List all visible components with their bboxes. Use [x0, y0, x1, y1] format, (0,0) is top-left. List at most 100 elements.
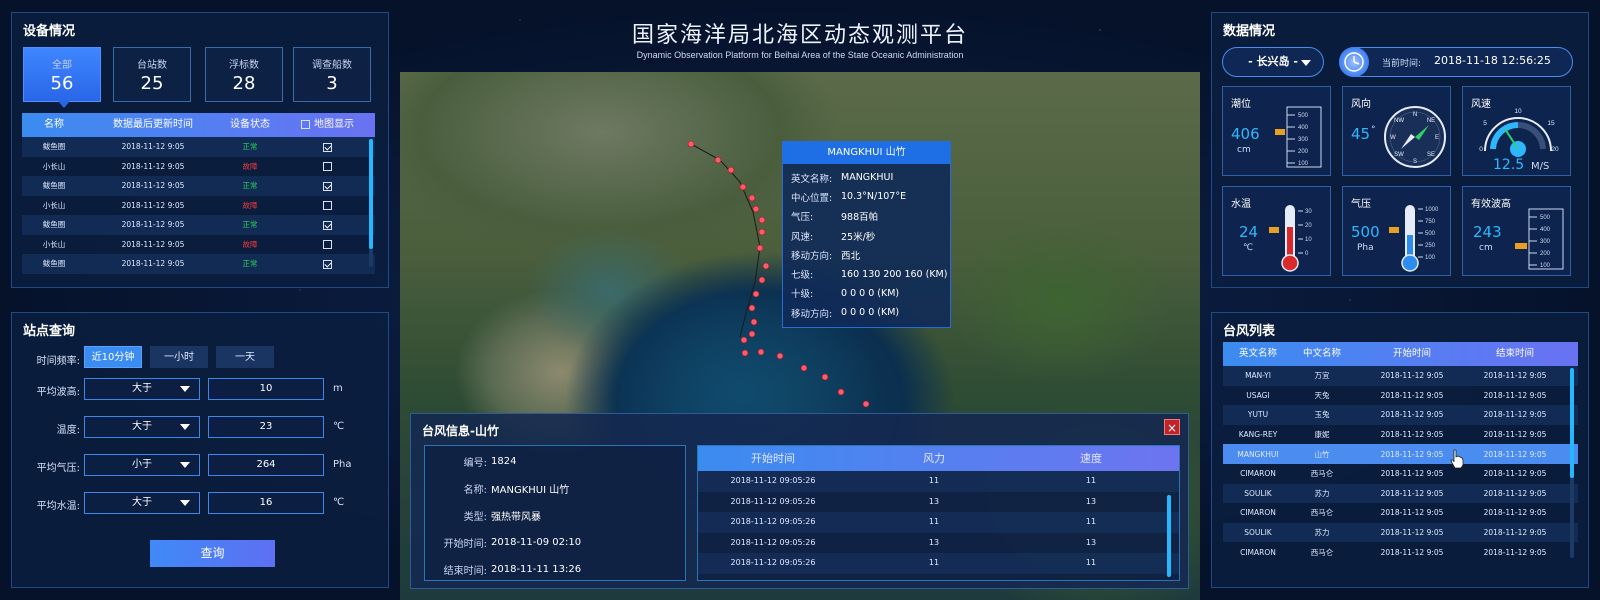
track-point[interactable] [758, 228, 766, 236]
map-display-header[interactable]: 地图显示 [280, 113, 375, 137]
table-row[interactable]: 小长山 2018-11-12 9:05 故障 [22, 196, 375, 216]
table-row[interactable]: 2018-11-12 09:05:26 11 11 [698, 471, 1179, 492]
track-point[interactable] [821, 373, 829, 381]
end-time: 2018-11-12 9:05 [1483, 508, 1547, 518]
track-point[interactable] [862, 400, 870, 408]
track-point[interactable] [837, 388, 845, 396]
stat-card[interactable]: 浮标数 28 [205, 47, 283, 102]
table-row[interactable]: 2018-11-12 09:05:261313 [698, 574, 1179, 581]
filter-label: 平均水温: [36, 501, 80, 512]
filter-value-input[interactable]: 16 [208, 492, 324, 514]
scrollbar-thumb[interactable] [369, 139, 373, 249]
track-point[interactable] [758, 216, 766, 224]
track-point[interactable] [776, 352, 784, 360]
track-point[interactable] [800, 364, 808, 372]
map-display-checkbox[interactable] [323, 201, 332, 210]
svg-text:10: 10 [1514, 108, 1522, 115]
operator-select[interactable]: 大于 [84, 378, 200, 400]
scrollbar[interactable] [1167, 495, 1171, 577]
track-point[interactable] [756, 244, 764, 252]
filter-value-input[interactable]: 23 [208, 416, 324, 438]
track-point[interactable] [727, 166, 735, 174]
scrollbar-thumb[interactable] [1570, 368, 1574, 478]
dialog-title: 台风信息-山竹 [422, 424, 499, 438]
freq-1hour-button[interactable]: 一小时 [150, 346, 208, 368]
map-display-checkbox[interactable] [323, 162, 332, 171]
status-badge: 正常 [242, 142, 258, 152]
panel-title: 数据情况 [1223, 24, 1276, 39]
operator-select[interactable]: 大于 [84, 492, 200, 514]
stat-card[interactable]: 全部 56 [23, 47, 101, 108]
tooltip-row: 英文名称: MANGKHUI [783, 168, 950, 187]
track-point[interactable] [739, 183, 747, 191]
map-display-checkbox[interactable] [323, 142, 332, 152]
table-row[interactable]: MAN-YI 万宜 2018-11-12 9:05 2018-11-12 9:05 [1223, 366, 1578, 386]
wind-force: 13 [928, 496, 940, 506]
filter-label: 温度: [56, 425, 80, 436]
table-row[interactable]: SOULIK 苏力 2018-11-12 9:05 2018-11-12 9:05 [1223, 522, 1578, 543]
scrollbar[interactable] [1570, 368, 1574, 558]
stat-value: 56 [50, 73, 74, 94]
thermometer-icon: 30 20 10 0 [1269, 205, 1312, 272]
table-row[interactable]: KANG-REY 康妮 2018-11-12 9:05 2018-11-12 9:05 [1223, 425, 1578, 445]
track-point[interactable] [752, 290, 760, 298]
table-row[interactable]: 2018-11-12 09:05:261313 [698, 533, 1179, 554]
track-point[interactable] [748, 304, 756, 312]
table-row[interactable]: 2018-11-12 09:05:261313 [698, 492, 1179, 513]
end-time: 2018-11-12 9:05 [1483, 488, 1547, 498]
track-point[interactable] [762, 262, 770, 270]
tooltip-key: 十级: [791, 289, 814, 301]
select-all-checkbox[interactable] [301, 119, 310, 129]
track-point[interactable] [714, 156, 722, 164]
table-row[interactable]: 鲅鱼圈 2018-11-12 9:05 正常 [22, 254, 375, 274]
track-point[interactable] [748, 194, 756, 202]
scrollbar-thumb[interactable] [1167, 495, 1171, 577]
table-row[interactable]: CIMARON 西马仑 2018-11-12 9:05 2018-11-12 9:05 [1223, 464, 1578, 484]
table-row[interactable]: 鲅鱼圈 2018-11-12 9:05 正常 [22, 137, 375, 157]
table-row[interactable]: 鲅鱼圈 2018-11-12 9:05 正常 [22, 215, 375, 235]
stat-value: 3 [326, 73, 338, 94]
close-icon[interactable]: × [1164, 419, 1180, 435]
table-row[interactable]: CIMARON 西马仑 2018-11-12 9:05 2018-11-12 9:05 [1223, 503, 1578, 523]
location-select[interactable]: - 长兴岛 - [1222, 47, 1324, 77]
table-row[interactable]: MANGKHUI 山竹 2018-11-12 9:05 2018-11-12 9:05 [1223, 444, 1578, 464]
map-display-checkbox[interactable] [323, 181, 332, 191]
query-button[interactable]: 查询 [150, 540, 275, 567]
svg-text:N: N [1413, 112, 1417, 118]
table-row[interactable]: YUTU 玉兔 2018-11-12 9:05 2018-11-12 9:05 [1223, 405, 1578, 425]
table-header: 开始时间 风力 速度 [698, 446, 1179, 471]
track-point[interactable] [748, 330, 756, 338]
filter-value-input[interactable]: 264 [208, 454, 324, 476]
table-row[interactable]: 2018-11-12 09:05:26 11 11 [698, 553, 1179, 574]
track-point[interactable] [758, 276, 766, 284]
freq-1day-button[interactable]: 一天 [216, 346, 274, 368]
filter-unit: ℃ [333, 497, 345, 508]
stat-card[interactable]: 调查船数 3 [293, 47, 371, 102]
table-row[interactable]: 小长山 2018-11-12 9:05 故障 [22, 235, 375, 255]
filter-value-input[interactable]: 10 [208, 378, 324, 400]
stat-value: 25 [140, 73, 164, 94]
table-row[interactable]: 鲅鱼圈 2018-11-12 9:05 正常 [22, 176, 375, 196]
track-point[interactable] [687, 140, 695, 148]
scrollbar[interactable] [369, 139, 373, 267]
start-time: 2018-11-12 9:05 [1380, 488, 1444, 498]
table-row[interactable]: 2018-11-12 09:05:26 11 11 [698, 512, 1179, 533]
table-row[interactable]: USAGI 天兔 2018-11-12 9:05 2018-11-12 9:05 [1223, 386, 1578, 406]
table-row[interactable]: CIMARON 西马仑 2018-11-12 9:05 2018-11-12 9:05 [1223, 542, 1578, 562]
operator-select[interactable]: 小于 [84, 454, 200, 476]
table-row[interactable]: 小长山 2018-11-12 9:05 故障 [22, 157, 375, 177]
track-point[interactable] [752, 205, 760, 213]
track-point[interactable] [740, 336, 748, 344]
operator-select[interactable]: 大于 [84, 416, 200, 438]
info-row: 结束时间: 2018-11-11 13:26 [425, 556, 685, 583]
stat-card[interactable]: 台站数 25 [113, 47, 191, 102]
map-display-cell [280, 162, 375, 171]
track-point[interactable] [757, 348, 765, 356]
track-point[interactable] [741, 349, 749, 357]
track-point[interactable] [750, 318, 758, 326]
map-display-checkbox[interactable] [323, 259, 332, 269]
map-display-checkbox[interactable] [323, 220, 332, 230]
table-row[interactable]: SOULIK 苏力 2018-11-12 9:05 2018-11-12 9:05 [1223, 483, 1578, 504]
map-display-checkbox[interactable] [323, 240, 332, 249]
freq-10min-button[interactable]: 近10分钟 [84, 346, 142, 368]
